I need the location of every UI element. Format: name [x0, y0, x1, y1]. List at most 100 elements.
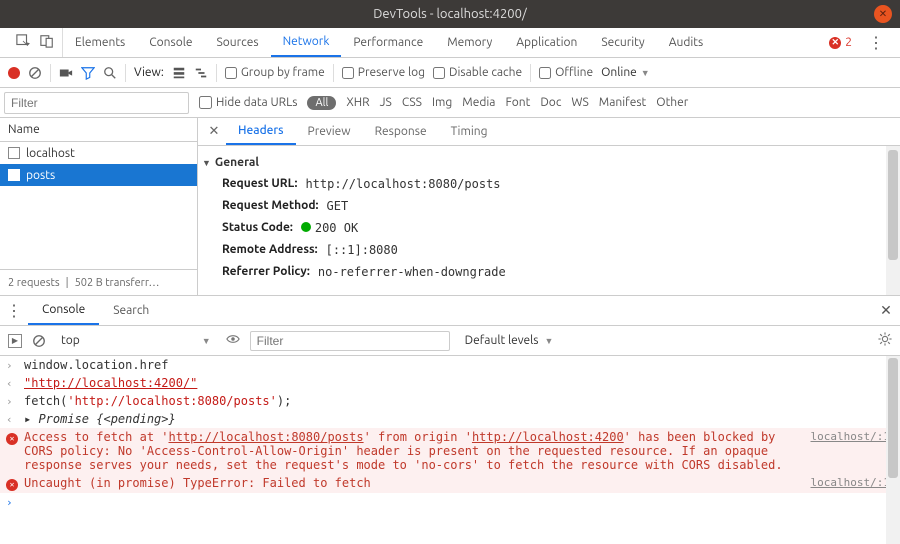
console-toolbar: ▶ top▼ Default levels▼	[0, 326, 900, 356]
error-icon: ✕	[6, 479, 18, 491]
camera-icon[interactable]	[59, 66, 73, 80]
console-filter-input[interactable]	[250, 331, 450, 351]
network-panel-body: Name localhost posts 2 requests | 502 B …	[0, 118, 900, 296]
preserve-log-checkbox[interactable]: Preserve log	[342, 66, 425, 79]
log-levels-dropdown[interactable]: Default levels▼	[460, 331, 559, 350]
output-chevron-icon: ‹	[6, 376, 18, 390]
input-chevron-icon: ›	[6, 394, 18, 408]
window-titlebar: DevTools - localhost:4200/ ✕	[0, 0, 900, 28]
chevron-down-icon: ▼	[641, 68, 650, 78]
more-menu-button[interactable]: ⋮	[860, 28, 892, 57]
tab-elements[interactable]: Elements	[63, 28, 137, 57]
type-js[interactable]: JS	[380, 96, 392, 109]
console-error-message: Access to fetch at 'http://localhost:808…	[24, 430, 805, 472]
request-list: Name localhost posts 2 requests | 502 B …	[0, 118, 198, 295]
network-status-bar: 2 requests | 502 B transferr…	[0, 269, 197, 295]
console-error-message: Uncaught (in promise) TypeError: Failed …	[24, 476, 805, 490]
type-xhr[interactable]: XHR	[346, 96, 369, 109]
source-link[interactable]: localhost/:1	[811, 476, 890, 489]
type-media[interactable]: Media	[462, 96, 495, 109]
view-label: View:	[134, 66, 164, 79]
chevron-down-icon: ▼	[545, 336, 554, 346]
tab-network[interactable]: Network	[271, 28, 342, 57]
type-img[interactable]: Img	[432, 96, 452, 109]
request-row-posts[interactable]: posts	[0, 164, 197, 186]
drawer-close-button[interactable]: ✕	[872, 296, 900, 325]
tab-application[interactable]: Application	[504, 28, 589, 57]
error-counter[interactable]: ✕ 2	[829, 28, 860, 57]
drawer-menu-button[interactable]: ⋮	[0, 296, 28, 325]
disable-cache-checkbox[interactable]: Disable cache	[433, 66, 522, 79]
tab-console[interactable]: Console	[137, 28, 204, 57]
tab-memory[interactable]: Memory	[435, 28, 504, 57]
window-title: DevTools - localhost:4200/	[373, 7, 526, 21]
value-status-code: 200 OK	[301, 221, 358, 235]
source-link[interactable]: localhost/:1	[811, 430, 890, 443]
status-ok-icon	[301, 222, 311, 232]
detail-tab-headers[interactable]: Headers	[226, 118, 296, 145]
request-list-header[interactable]: Name	[0, 118, 197, 142]
context-selector[interactable]: top▼	[56, 331, 216, 350]
throttle-dropdown[interactable]: Online▼	[601, 66, 650, 79]
type-doc[interactable]: Doc	[540, 96, 561, 109]
filter-input[interactable]	[4, 92, 189, 114]
console-settings-button[interactable]	[878, 332, 892, 349]
offline-checkbox[interactable]: Offline	[539, 66, 593, 79]
console-output[interactable]: ›window.location.href ‹"http://localhost…	[0, 356, 900, 544]
main-tabstrip: Elements Console Sources Network Perform…	[0, 28, 900, 58]
record-button[interactable]	[8, 67, 20, 79]
value-request-url: http://localhost:8080/posts	[305, 177, 500, 191]
type-all[interactable]: All	[307, 96, 336, 110]
detail-scrollbar[interactable]	[886, 146, 900, 295]
label-remote-address: Remote Address:	[222, 243, 318, 257]
window-close-button[interactable]: ✕	[874, 5, 892, 23]
tab-sources[interactable]: Sources	[204, 28, 270, 57]
filter-toggle-icon[interactable]	[81, 66, 95, 80]
console-scrollbar[interactable]	[886, 356, 900, 544]
tab-security[interactable]: Security	[589, 28, 656, 57]
label-request-url: Request URL:	[222, 177, 297, 191]
type-css[interactable]: CSS	[402, 96, 422, 109]
type-manifest[interactable]: Manifest	[599, 96, 646, 109]
error-icon: ✕	[6, 433, 18, 445]
drawer-tab-console[interactable]: Console	[28, 296, 99, 325]
device-toggle-icon[interactable]	[40, 34, 54, 51]
type-other[interactable]: Other	[656, 96, 688, 109]
chevron-down-icon: ▼	[202, 336, 211, 346]
general-section-header[interactable]: ▼General	[202, 152, 892, 173]
detail-tab-timing[interactable]: Timing	[439, 118, 500, 145]
type-ws[interactable]: WS	[571, 96, 588, 109]
request-row-localhost[interactable]: localhost	[0, 142, 197, 164]
error-count: 2	[845, 36, 852, 49]
console-input-line: fetch('http://localhost:8080/posts');	[24, 394, 890, 408]
document-icon	[8, 169, 20, 181]
large-rows-icon[interactable]	[172, 66, 186, 80]
close-detail-button[interactable]: ✕	[202, 118, 226, 145]
tab-audits[interactable]: Audits	[657, 28, 716, 57]
console-output-line: "http://localhost:4200/"	[24, 376, 890, 390]
live-expression-button[interactable]	[226, 332, 240, 349]
document-icon	[8, 147, 20, 159]
type-font[interactable]: Font	[505, 96, 530, 109]
value-referrer-policy: no-referrer-when-downgrade	[318, 265, 506, 279]
inspect-icon[interactable]	[16, 34, 30, 51]
disclosure-triangle-icon: ▼	[202, 158, 211, 168]
detail-tab-preview[interactable]: Preview	[296, 118, 363, 145]
label-request-method: Request Method:	[222, 199, 319, 213]
waterfall-icon[interactable]	[194, 66, 208, 80]
hide-data-urls-checkbox[interactable]: Hide data URLs	[199, 96, 297, 109]
value-remote-address: [::1]:8080	[326, 243, 398, 257]
search-icon[interactable]	[103, 66, 117, 80]
drawer-tabstrip: ⋮ Console Search ✕	[0, 296, 900, 326]
clear-console-button[interactable]	[32, 334, 46, 348]
label-referrer-policy: Referrer Policy:	[222, 265, 310, 279]
tab-performance[interactable]: Performance	[341, 28, 435, 57]
execution-context-icon[interactable]: ▶	[8, 334, 22, 348]
clear-button[interactable]	[28, 66, 42, 80]
request-detail: ✕ Headers Preview Response Timing ▼Gener…	[198, 118, 900, 295]
detail-tab-response[interactable]: Response	[363, 118, 439, 145]
console-output-line: ▸ Promise {<pending>}	[24, 412, 890, 426]
drawer-tab-search[interactable]: Search	[99, 296, 163, 325]
prompt-chevron-icon: ›	[6, 495, 18, 509]
group-by-frame-checkbox[interactable]: Group by frame	[225, 66, 325, 79]
